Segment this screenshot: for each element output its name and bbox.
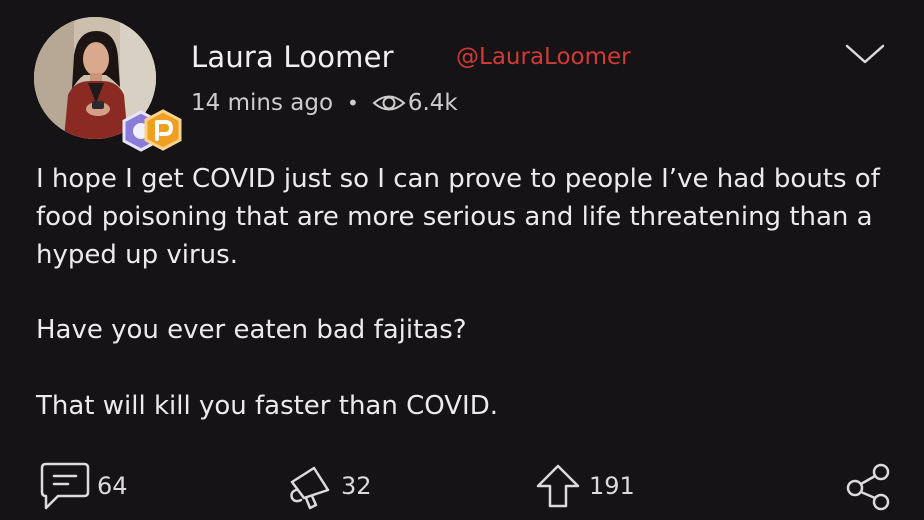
echo-megaphone-icon	[290, 466, 330, 510]
comment-icon	[40, 462, 90, 510]
post-card: Laura Loomer @LauraLoomer 14 mins ago • …	[0, 0, 924, 520]
echo-count: 32	[341, 472, 372, 500]
post-paragraph: That will kill you faster than COVID.	[36, 391, 499, 421]
parler-badge-icon	[144, 109, 182, 151]
author-handle[interactable]: @LauraLoomer	[456, 44, 631, 70]
share-button[interactable]	[843, 460, 895, 512]
post-meta: 14 mins ago • 6.4k	[191, 90, 458, 116]
author-name[interactable]: Laura Loomer	[191, 40, 394, 74]
chevron-down-icon[interactable]	[843, 40, 887, 70]
share-icon	[846, 463, 890, 511]
post-paragraph: I hope I get COVID just so I can prove t…	[36, 164, 880, 270]
post-body: I hope I get COVID just so I can prove t…	[36, 160, 906, 425]
view-count: 6.4k	[407, 90, 458, 116]
post-paragraph: Have you ever eaten bad fajitas?	[36, 315, 467, 345]
upvote-count: 191	[589, 472, 635, 500]
upvote-button[interactable]: 191	[532, 460, 635, 512]
comment-count: 64	[97, 472, 128, 500]
echo-button[interactable]: 32	[284, 460, 372, 512]
meta-separator: •	[347, 91, 359, 115]
eye-icon	[372, 95, 406, 111]
avatar-wrap	[34, 17, 182, 152]
comments-button[interactable]: 64	[38, 460, 128, 512]
upvote-arrow-icon	[536, 464, 580, 508]
post-time: 14 mins ago	[191, 90, 334, 116]
